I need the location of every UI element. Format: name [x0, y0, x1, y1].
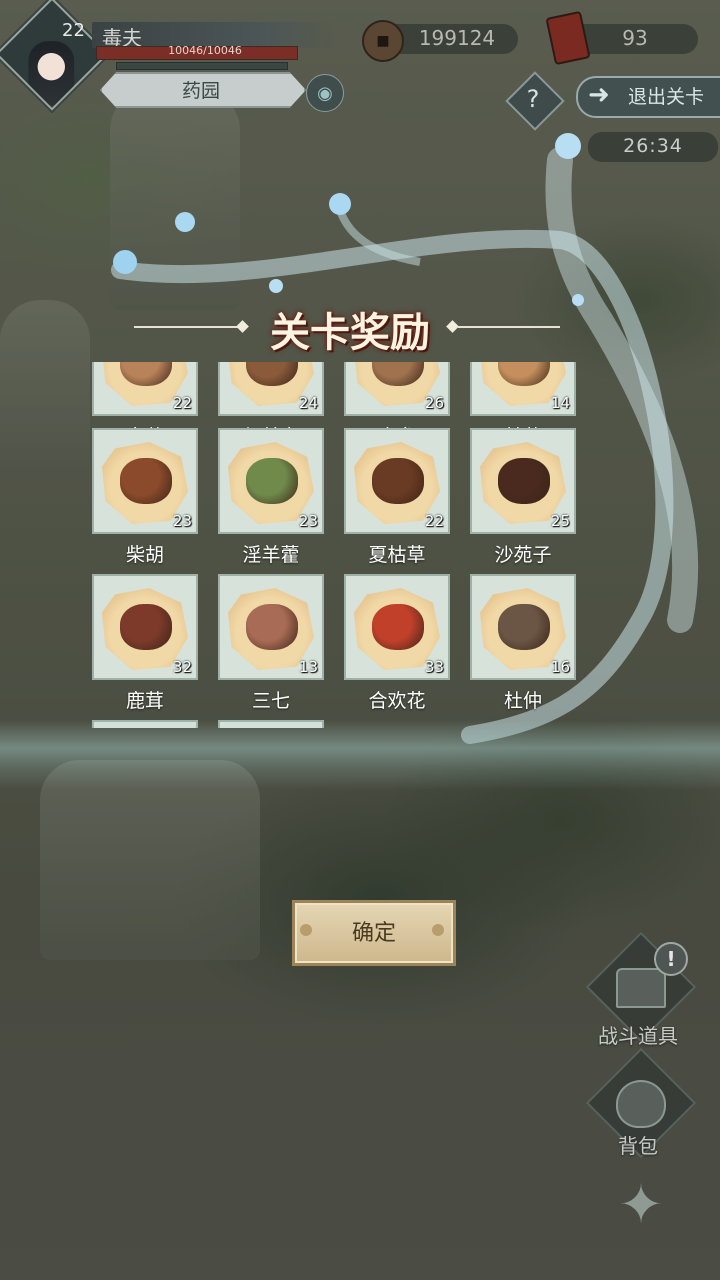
reward-item-slot[interactable]: 24: [218, 362, 324, 416]
item-quantity: 25: [550, 512, 570, 530]
reward-item-slot[interactable]: 22: [344, 428, 450, 534]
item-quantity: 26: [424, 394, 444, 412]
item-quantity: 23: [298, 512, 318, 530]
alert-badge: !: [654, 942, 688, 976]
item-name: 杜仲: [503, 690, 542, 712]
player-level: 22: [62, 20, 85, 41]
item-name: 柴胡: [125, 544, 164, 566]
herb-icon: [372, 604, 424, 650]
reward-item-slot[interactable]: 33: [344, 574, 450, 680]
reward-item-slot[interactable]: 16: [470, 574, 576, 680]
herb-icon: [498, 604, 550, 650]
reward-item-slot[interactable]: 25: [470, 428, 576, 534]
reward-item[interactable]: 32 鹿茸: [92, 574, 198, 713]
bag-icon: [616, 1080, 666, 1128]
location-name: 药园: [181, 80, 220, 102]
item-name: 沙苑子: [494, 544, 552, 566]
item-name: 淫羊藿: [242, 544, 300, 566]
coin-value: 199124: [418, 26, 496, 50]
item-quantity: 32: [172, 658, 192, 676]
herb-icon: [120, 458, 172, 504]
reward-item-slot[interactable]: 23: [92, 428, 198, 534]
reward-item-slot[interactable]: 13: [218, 574, 324, 680]
copper-coin-icon: ■: [362, 20, 404, 62]
reward-item-slot[interactable]: 22: [92, 362, 198, 416]
item-quantity: 33: [424, 658, 444, 676]
herb-icon: [372, 458, 424, 504]
reward-item-slot[interactable]: 32: [92, 574, 198, 680]
reward-item-slot[interactable]: 14: [470, 362, 576, 416]
title-divider-right: [458, 326, 560, 328]
reward-item[interactable]: 22 夏枯草: [344, 428, 450, 567]
item-quantity: 13: [298, 658, 318, 676]
title-divider-left: [134, 326, 242, 328]
question-icon: ?: [526, 85, 540, 113]
eye-icon[interactable]: ◉: [306, 74, 344, 112]
reward-item[interactable]: 13 三七: [218, 574, 324, 713]
bag-label: 背包: [618, 1134, 658, 1158]
reward-item[interactable]: 25 沙苑子: [470, 428, 576, 567]
reward-item[interactable]: 16 杜仲: [470, 574, 576, 713]
item-quantity: 22: [424, 512, 444, 530]
mist-decoration: [0, 720, 720, 790]
confirm-label: 确定: [351, 921, 396, 946]
item-name: 鹿茸: [125, 690, 164, 712]
item-quantity: 23: [172, 512, 192, 530]
reward-item[interactable]: 33 合欢花: [344, 574, 450, 713]
reward-grid[interactable]: 22白芍24何首乌26人参14甘草23柴胡23淫羊藿22夏枯草25沙苑子32鹿茸…: [90, 362, 590, 728]
menu-star-icon[interactable]: ✦: [612, 1176, 670, 1234]
item-name: 三七: [251, 690, 290, 712]
hp-text: 10046/10046: [168, 44, 242, 57]
reward-item-slot[interactable]: 26: [344, 362, 450, 416]
herb-icon: [498, 458, 550, 504]
reward-title: 关卡奖励: [270, 309, 430, 356]
herb-icon: [246, 604, 298, 650]
arrow-right-icon: ➜: [588, 80, 610, 110]
reward-item[interactable]: 23 淫羊藿: [218, 428, 324, 567]
item-quantity: 16: [550, 658, 570, 676]
chest-icon: [616, 968, 666, 1008]
item-quantity: 24: [298, 394, 318, 412]
item-quantity: 14: [550, 394, 570, 412]
item-name: 夏枯草: [368, 544, 426, 566]
exit-stage-label: 退出关卡: [628, 86, 705, 108]
herb-icon: [246, 458, 298, 504]
item-name: 合欢花: [368, 690, 426, 712]
item-quantity: 22: [172, 394, 192, 412]
exp-bar: [116, 62, 288, 70]
stage-timer: 26:34: [623, 135, 683, 157]
reward-item[interactable]: 23 柴胡: [92, 428, 198, 567]
battle-items-label: 战斗道具: [598, 1024, 678, 1048]
herb-icon: [120, 604, 172, 650]
reward-item-slot[interactable]: 23: [218, 428, 324, 534]
token-value: 93: [622, 26, 648, 50]
